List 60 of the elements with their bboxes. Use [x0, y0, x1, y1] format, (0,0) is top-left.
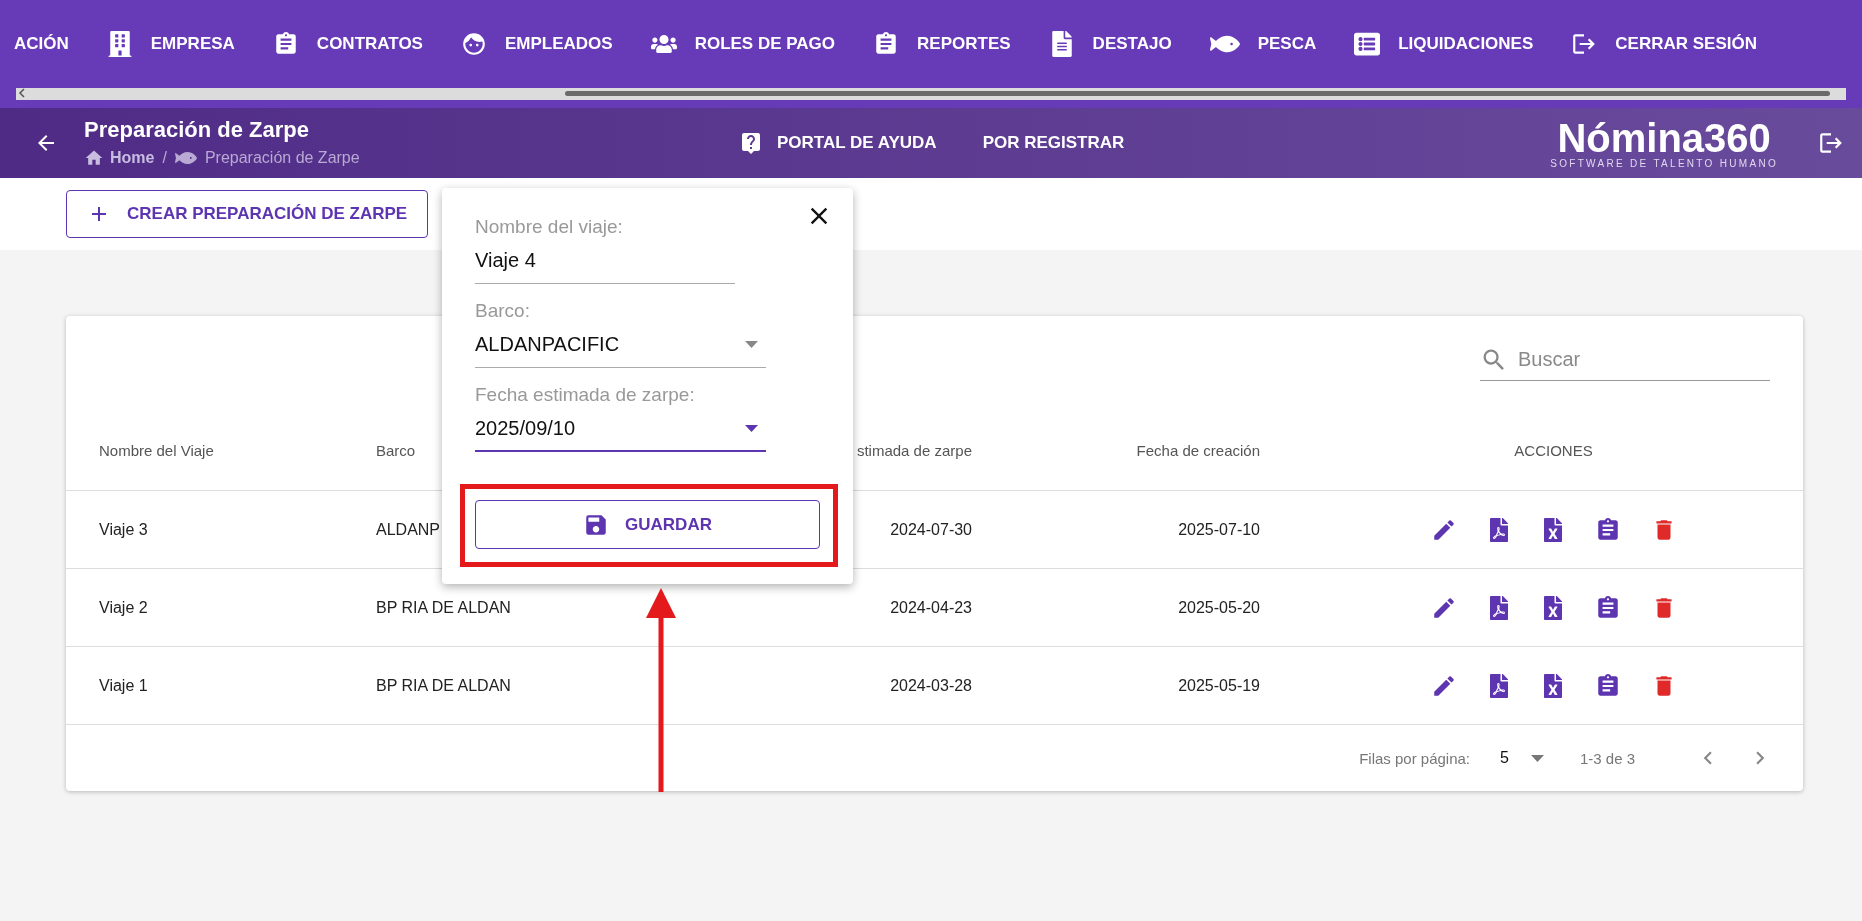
table-cell: 2024-07-30 — [890, 520, 972, 539]
dropdown-icon — [745, 425, 758, 432]
column-header: stimada de zarpe — [856, 441, 972, 459]
page-title: Preparación de Zarpe — [84, 117, 310, 143]
table-cell: BP RIA DE ALDAN — [376, 676, 511, 695]
nav-item[interactable]: ROLES DE PAGO — [650, 31, 836, 57]
breadcrumb-current: Preparación de Zarpe — [204, 149, 360, 167]
help-icon — [739, 131, 763, 155]
table-cell: ALDANP — [376, 520, 441, 539]
dropdown-icon — [1530, 754, 1544, 762]
save-button[interactable]: GUARDAR — [475, 500, 820, 549]
nav-item[interactable]: EMPLEADOS — [460, 31, 613, 57]
logout-icon — [1818, 130, 1844, 156]
table-cell: 2025-05-20 — [1178, 598, 1260, 617]
select-field[interactable]: 2025/09/10 — [475, 406, 766, 452]
table-cell: 2024-03-28 — [890, 676, 972, 695]
table-cell: 2024-04-23 — [890, 598, 972, 617]
scrollbar-thumb[interactable] — [565, 91, 1830, 96]
field-label: Barco: — [475, 300, 530, 322]
nav-item[interactable]: CONTRATOS — [272, 31, 423, 57]
table-cell: Viaje 2 — [99, 598, 148, 617]
scroll-left-icon[interactable] — [18, 88, 26, 98]
search-field[interactable]: Buscar — [1480, 345, 1770, 381]
nav-item[interactable]: LIQUIDACIONES — [1354, 31, 1534, 57]
select-field[interactable]: ALDANPACIFIC — [475, 322, 766, 368]
field-label: Fecha estimada de zarpe: — [475, 384, 695, 406]
table-cell: 2025-07-10 — [1178, 520, 1260, 539]
logout-button[interactable] — [1818, 130, 1844, 156]
home-icon — [84, 148, 104, 168]
logo-subtitle: SOFTWARE DE TALENTO HUMANO — [1550, 157, 1778, 169]
input-field[interactable]: Viaje 4 — [475, 238, 735, 284]
logo: Nómina360 — [1557, 117, 1771, 158]
column-header: Barco — [376, 441, 416, 459]
column-header: Nombre del Viaje — [99, 441, 214, 459]
breadcrumb-separator: / — [162, 149, 167, 167]
nav-item[interactable]: PESCA — [1209, 29, 1317, 59]
rows-per-page-select[interactable]: 5 — [1500, 749, 1544, 767]
nav-item[interactable]: ACIÓN — [14, 34, 69, 54]
breadcrumb-home-link[interactable]: Home — [84, 148, 155, 168]
table-cell: 2025-05-19 — [1178, 676, 1260, 695]
table-cell: BP RIA DE ALDAN — [376, 598, 511, 617]
nav-item[interactable]: REPORTES — [873, 31, 1011, 57]
register-link[interactable]: POR REGISTRAR — [982, 133, 1125, 153]
page-range: 1-3 de 3 — [1579, 749, 1635, 767]
rows-per-page-label: Filas por página: — [1359, 749, 1471, 767]
horizontal-scrollbar[interactable] — [16, 88, 1846, 100]
table-cell: Viaje 1 — [99, 676, 148, 695]
building-icon — [106, 31, 133, 57]
create-button[interactable]: CREAR PREPARACIÓN DE ZARPE — [66, 190, 429, 238]
field-label: Nombre del viaje: — [475, 216, 623, 238]
table-cell: Viaje 3 — [99, 520, 148, 539]
nav-item[interactable]: EMPRESA — [106, 31, 235, 57]
nav-item[interactable]: CERRAR SESIÓN — [1571, 31, 1757, 57]
column-header: ACCIONES — [1514, 441, 1593, 459]
dropdown-icon — [745, 341, 758, 348]
list-icon — [1354, 31, 1381, 57]
column-header: Fecha de creación — [1136, 441, 1260, 459]
help-portal-link[interactable]: PORTAL DE AYUDA — [739, 131, 937, 155]
face-icon — [460, 31, 487, 57]
nav-item[interactable]: DESTAJO — [1048, 31, 1172, 57]
